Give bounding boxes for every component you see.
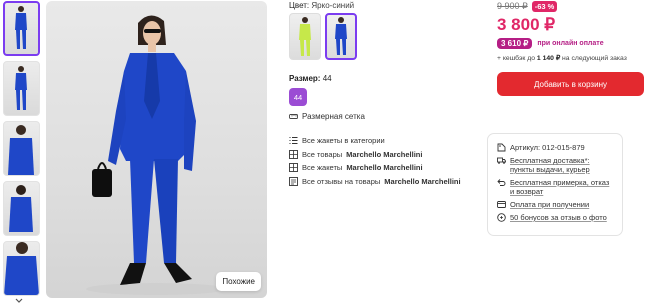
thumbnail-5[interactable]	[3, 241, 40, 296]
return-row[interactable]: Бесплатная примерка, отказ и возврат	[497, 178, 613, 196]
reviews-icon	[289, 176, 298, 186]
list-icon	[289, 137, 298, 145]
card-icon	[497, 201, 506, 208]
article-row: Артикул: 012-015-879	[497, 143, 613, 152]
swatch-blue-image	[335, 17, 347, 55]
bonus-row[interactable]: 50 бонусов за отзыв о фото	[497, 213, 613, 222]
brand-name: Marchello Marchellini	[346, 149, 423, 159]
size-label-text: Размер:	[289, 74, 321, 83]
color-label: Цвет: Ярко-синий	[289, 0, 479, 11]
size-value: 44	[322, 74, 332, 83]
truck-icon	[497, 157, 506, 164]
brand-name: Marchello Marchellini	[346, 163, 423, 173]
link-all-jackets-category[interactable]: Все жакеты в категории	[289, 134, 479, 148]
color-value: Ярко-синий	[311, 1, 355, 10]
cashback-text: + кешбэк до 1 140 ₽ на следующий заказ	[497, 54, 645, 62]
link-all-brand-reviews[interactable]: Все отзывы на товары Marchello Marchelli…	[289, 175, 479, 189]
bonus-icon	[497, 213, 506, 222]
cashback-amount: 1 140 ₽	[536, 55, 561, 62]
add-to-cart-button[interactable]: Добавить в корзину	[497, 72, 644, 96]
thumbnail-4-image	[9, 185, 33, 232]
return-text: Бесплатная примерка, отказ и возврат	[510, 178, 610, 196]
thumbnail-3[interactable]	[3, 121, 40, 176]
thumbnail-1[interactable]	[3, 1, 40, 56]
purchase-panel: 9 900 ₽ -63 % 3 800 ₽ 3 610 ₽ при онлайн…	[497, 0, 645, 96]
discount-badge: -63 %	[531, 1, 558, 12]
similar-button[interactable]: Похожие	[216, 272, 261, 291]
return-icon	[497, 179, 506, 186]
payment-row[interactable]: Оплата при получении	[497, 200, 613, 209]
cashback-suffix: на следующий заказ	[560, 55, 627, 62]
article-text: Артикул: 012-015-879	[510, 143, 585, 152]
size-grid-label: Размерная сетка	[302, 112, 365, 121]
swatch-lime-image	[299, 17, 311, 56]
ruler-icon	[289, 114, 298, 119]
size-grid-link[interactable]: Размерная сетка	[289, 112, 479, 121]
link-text: Все жакеты	[302, 163, 343, 173]
color-swatches	[289, 13, 479, 60]
color-swatch-blue[interactable]	[325, 13, 357, 60]
payment-text: Оплата при получении	[510, 200, 590, 209]
size-chip-44[interactable]: 44	[289, 88, 307, 106]
delivery-text: Бесплатная доставка*: пункты выдачи, кур…	[510, 156, 590, 174]
model-image	[86, 15, 226, 295]
color-label-text: Цвет:	[289, 1, 310, 10]
thumbnail-3-image	[8, 125, 34, 175]
cashback-prefix: + кешбэк до	[497, 55, 537, 62]
link-all-brand-products[interactable]: Все товары Marchello Marchellini	[289, 148, 479, 162]
link-text: Все отзывы на товары	[302, 176, 381, 186]
article-icon	[497, 143, 506, 152]
link-text: Все жакеты в категории	[302, 136, 385, 146]
thumbnail-5-image	[4, 242, 39, 295]
thumbnail-4[interactable]	[3, 181, 40, 236]
size-label: Размер: 44	[289, 74, 479, 83]
online-price-badge: 3 610 ₽	[497, 38, 533, 49]
bonus-text: 50 бонусов за отзыв о фото	[510, 213, 607, 222]
old-price-row: 9 900 ₽ -63 %	[497, 0, 645, 13]
thumbnail-2[interactable]	[3, 61, 40, 116]
product-options: Цвет: Ярко-синий Размер: 44 44 Размерная…	[289, 0, 479, 188]
brand-name: Marchello Marchellini	[384, 176, 461, 186]
main-product-photo[interactable]: Похожие	[46, 1, 267, 298]
thumbnail-2-image	[15, 66, 27, 110]
old-price: 9 900 ₽	[497, 1, 528, 11]
link-all-brand-jackets[interactable]: Все жакеты Marchello Marchellini	[289, 161, 479, 175]
online-price-row: 3 610 ₽ при онлайн оплате	[497, 38, 645, 49]
online-price-text: при онлайн оплате	[537, 40, 604, 47]
chevron-down-icon[interactable]	[14, 296, 24, 306]
grid-icon	[289, 149, 298, 159]
thumbnail-list	[3, 1, 41, 301]
delivery-row[interactable]: Бесплатная доставка*: пункты выдачи, кур…	[497, 156, 613, 174]
current-price: 3 800 ₽	[497, 15, 556, 34]
thumbnail-1-image	[15, 6, 27, 49]
product-details-box: Артикул: 012-015-879 Бесплатная доставка…	[487, 133, 623, 236]
brand-links: Все жакеты в категории Все товары Marche…	[289, 134, 479, 188]
link-text: Все товары	[302, 149, 343, 159]
color-swatch-lime[interactable]	[289, 13, 321, 60]
grid-icon	[289, 163, 298, 173]
